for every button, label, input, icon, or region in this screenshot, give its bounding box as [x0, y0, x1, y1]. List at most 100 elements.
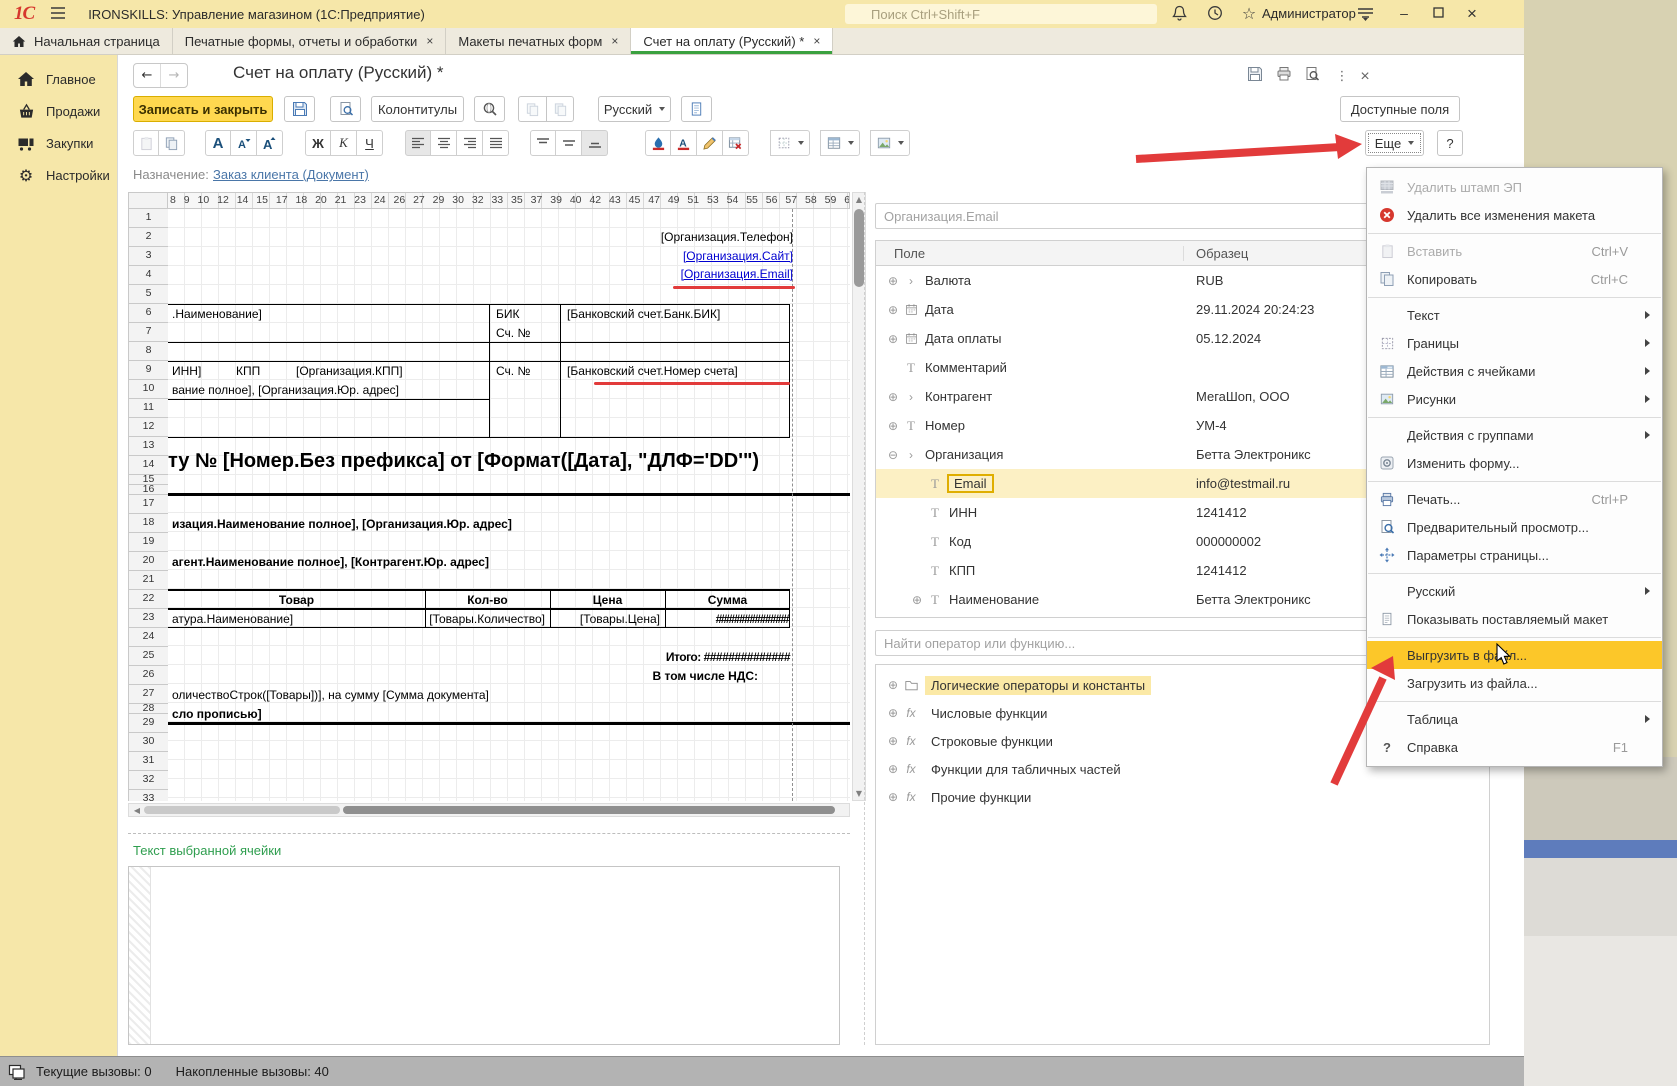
image-dropdown[interactable] [870, 130, 910, 156]
copy-button[interactable] [159, 130, 185, 156]
valign-middle-button[interactable] [556, 130, 582, 156]
menu-item[interactable]: Таблица [1367, 705, 1662, 733]
tab[interactable]: Макеты печатных форм × [446, 28, 631, 54]
menu-item[interactable]: Изменить форму... [1367, 449, 1662, 477]
menu-item[interactable] [1367, 293, 1662, 301]
row-header[interactable]: 30 [129, 733, 168, 752]
expand-icon[interactable]: ⊖ [885, 448, 901, 462]
field-sample[interactable]: УМ-4 [1196, 418, 1227, 433]
cell-supplier[interactable]: изация.Наименование полное], [Организаци… [172, 517, 512, 531]
cell-item-price[interactable]: [Товары.Цена] [550, 612, 660, 626]
row-header[interactable]: 24 [129, 628, 168, 647]
align-justify-button[interactable] [483, 130, 509, 156]
cell-col-product[interactable]: Товар [168, 593, 425, 607]
align-right-button[interactable] [457, 130, 483, 156]
column-sample[interactable]: Образец [1184, 246, 1248, 261]
row-header[interactable]: 26 [129, 666, 168, 685]
notifications-bell-icon[interactable] [1170, 5, 1188, 23]
sheet-column-headers[interactable]: 8 9 10 12 14 15 17 18 20 21 23 24 26 27 … [168, 192, 850, 209]
print-icon[interactable] [1272, 66, 1296, 88]
align-center-button[interactable] [431, 130, 457, 156]
field-sample[interactable]: 1241412 [1196, 563, 1247, 578]
vertical-scrollbar-thumb[interactable] [854, 209, 864, 287]
purpose-link[interactable]: Заказ клиента (Документ) [213, 167, 369, 182]
function-group-name[interactable]: Прочие функции [925, 788, 1037, 807]
cell-bik-label[interactable]: БИК [496, 307, 520, 321]
field-name[interactable]: Контрагент [925, 389, 992, 404]
cell-org-fullname[interactable]: вание полное], [Организация.Юр. адрес] [172, 383, 399, 397]
menu-item[interactable]: Загрузить из файла... [1367, 669, 1662, 697]
function-group-row[interactable]: ⊕ fx Прочие функции [876, 783, 1489, 811]
maximize-button[interactable] [1426, 4, 1450, 24]
menu-item[interactable]: ? Справка F1 [1367, 733, 1662, 761]
row-header[interactable]: 22 [129, 590, 168, 609]
row-header[interactable]: 5 [129, 285, 168, 304]
row-header[interactable]: 33 [129, 790, 168, 801]
row-header[interactable]: 9 [129, 361, 168, 380]
menu-item[interactable] [1367, 569, 1662, 577]
function-group-name[interactable]: Логические операторы и константы [925, 676, 1151, 695]
back-button[interactable]: ← [134, 64, 161, 87]
field-name[interactable]: Дата [925, 302, 954, 317]
row-header[interactable]: 2 [129, 228, 168, 247]
history-icon[interactable] [1206, 5, 1224, 23]
tab[interactable]: Счет на оплату (Русский) * × [631, 28, 833, 54]
row-header[interactable]: 20 [129, 552, 168, 571]
row-header[interactable]: 28 [129, 704, 168, 714]
row-header[interactable]: 12 [129, 418, 168, 437]
font-color-button[interactable]: A [671, 130, 697, 156]
save-button[interactable] [284, 96, 315, 122]
function-group-name[interactable]: Строковые функции [925, 732, 1059, 751]
row-header[interactable]: 31 [129, 752, 168, 771]
bold-button[interactable]: Ж [305, 130, 331, 156]
cell-org-phone[interactable]: [Организация.Телефон] [633, 230, 793, 244]
expand-icon[interactable]: ⊕ [885, 390, 901, 404]
zoom-button[interactable] [474, 96, 505, 122]
cell-kpp-value[interactable]: [Организация.КПП] [296, 364, 403, 378]
row-header[interactable]: 3 [129, 247, 168, 266]
available-fields-button[interactable]: Доступные поля [1340, 96, 1460, 122]
horizontal-scrollbar[interactable]: ◀ [128, 803, 850, 817]
paste-button[interactable] [133, 130, 159, 156]
cell-col-price[interactable]: Цена [550, 593, 665, 607]
cell-amount-words[interactable]: сло прописью] [172, 707, 262, 721]
row-header[interactable]: 13 [129, 437, 168, 456]
cell-lines-count[interactable]: оличествоСтрок([Товары])], на сумму [Сум… [172, 688, 489, 702]
menu-item[interactable] [1367, 229, 1662, 237]
menu-item[interactable]: Текст [1367, 301, 1662, 329]
row-header[interactable]: 18 [129, 514, 168, 533]
expand-icon[interactable]: ⊕ [885, 303, 901, 317]
minimize-button[interactable]: – [1392, 4, 1416, 24]
cell-bank-name[interactable]: .Наименование] [172, 307, 262, 321]
row-header[interactable]: 23 [129, 609, 168, 628]
selected-cell-textarea[interactable] [128, 866, 840, 1045]
headers-footers-button[interactable]: Колонтитулы [371, 96, 464, 122]
menu-item[interactable]: Действия с ячейками [1367, 357, 1662, 385]
cell-vat[interactable]: В том числе НДС: [558, 669, 758, 683]
menu-item[interactable]: Предварительный просмотр... [1367, 513, 1662, 541]
row-header[interactable]: 1 [129, 209, 168, 228]
splitter-horizontal[interactable] [128, 833, 850, 834]
menu-item[interactable]: Действия с группами [1367, 421, 1662, 449]
field-name[interactable]: Номер [925, 418, 965, 433]
row-header[interactable]: 29 [129, 714, 168, 733]
sidebar-item[interactable]: Продажи [0, 95, 117, 127]
cell-doc-title[interactable]: ту № [Номер.Без префикса] от [Формат([Да… [168, 450, 850, 473]
font-button[interactable]: A [205, 130, 231, 156]
horizontal-scrollbar-thumb[interactable] [343, 806, 835, 814]
expand-icon[interactable]: ⊕ [885, 332, 901, 346]
decrease-font-button[interactable]: A [231, 130, 257, 156]
field-name[interactable]: Организация [925, 447, 1003, 462]
fill-color-button[interactable] [645, 130, 671, 156]
tab-close-icon[interactable]: × [611, 34, 618, 48]
field-name[interactable]: Комментарий [925, 360, 1007, 375]
menu-item[interactable]: Параметры страницы... [1367, 541, 1662, 569]
field-sample[interactable]: 05.12.2024 [1196, 331, 1261, 346]
menu-item[interactable] [1367, 477, 1662, 485]
cell-col-qty[interactable]: Кол-во [425, 593, 550, 607]
help-button[interactable]: ? [1437, 130, 1463, 156]
sidebar-item[interactable]: Главное [0, 63, 117, 95]
kebab-menu-icon[interactable]: ⋮ [1330, 66, 1354, 88]
forward-button[interactable]: → [161, 64, 187, 87]
increase-font-button[interactable]: A [257, 130, 283, 156]
